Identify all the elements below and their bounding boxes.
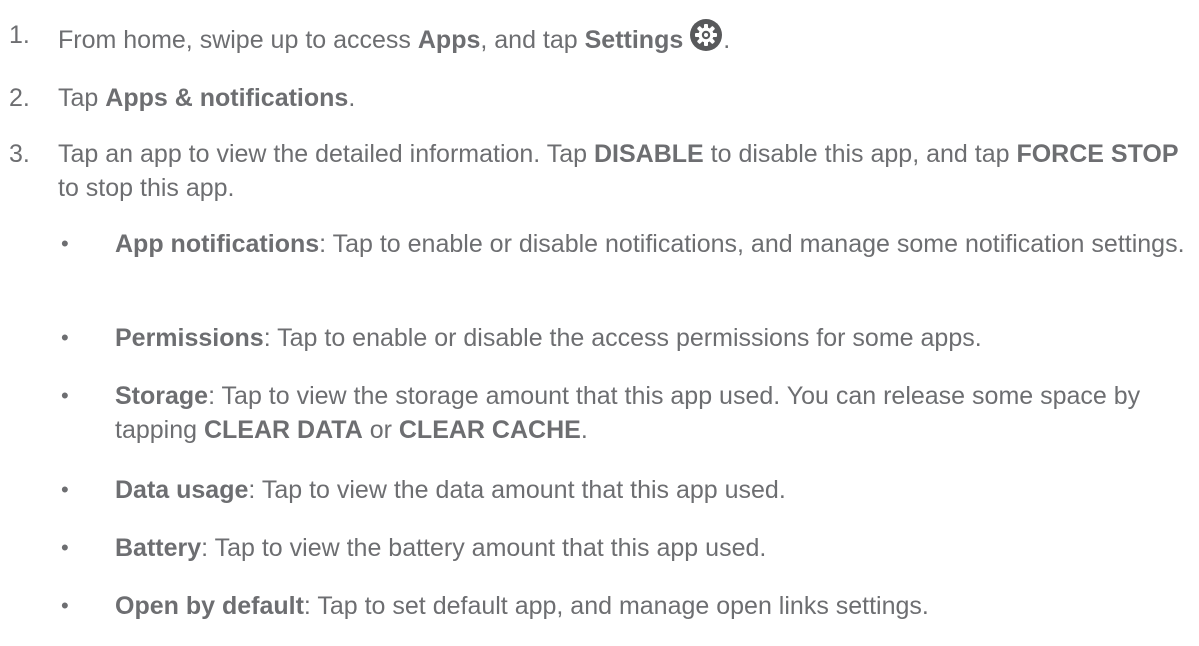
bullet-desc: : Tap to enable or disable notifications… xyxy=(319,230,1185,258)
step-text-part: . xyxy=(348,84,356,112)
disable-label: DISABLE xyxy=(594,140,704,168)
bullet-term: Storage xyxy=(115,382,209,410)
force-stop-label: FORCE STOP xyxy=(1016,140,1179,168)
bullet-desc: : Tap to enable or disable the access pe… xyxy=(263,324,982,352)
step-text-part: . xyxy=(723,26,731,54)
step-number: 1. xyxy=(9,21,30,49)
bullet-term: Battery xyxy=(115,534,202,562)
bullet-term: Open by default xyxy=(115,592,304,620)
gear-icon xyxy=(690,19,723,51)
bullet-dot: • xyxy=(61,231,69,256)
bullet-dot: • xyxy=(61,383,69,408)
step-text-part: to stop this app. xyxy=(58,174,235,202)
bullet-term: Permissions xyxy=(115,324,264,352)
step-number: 2. xyxy=(9,84,30,112)
clear-cache-label: CLEAR CACHE xyxy=(398,416,581,444)
step-text-part: , and tap xyxy=(480,26,585,54)
instruction-document: 1. From home, swipe up to access Apps, a… xyxy=(0,0,1199,646)
step-text-part: Tap xyxy=(58,84,106,112)
bullet-text: Storage: Tap to view the storage amount … xyxy=(115,379,1195,447)
bullet-text: Permissions: Tap to enable or disable th… xyxy=(115,321,1195,355)
bullet-desc: : Tap to set default app, and manage ope… xyxy=(303,592,929,620)
step-text-part: Tap an app to view the detailed informat… xyxy=(58,140,594,168)
apps-notifications-label: Apps & notifications xyxy=(105,84,349,112)
bullet-text: Data usage: Tap to view the data amount … xyxy=(115,473,1195,507)
bullet-dot: • xyxy=(61,593,69,618)
settings-label: Settings xyxy=(584,26,684,54)
clear-data-label: CLEAR DATA xyxy=(203,416,363,444)
bullet-desc: or xyxy=(362,416,399,444)
step-text: Tap an app to view the detailed informat… xyxy=(58,137,1188,205)
bullet-term: App notifications xyxy=(115,230,320,258)
bullet-dot: • xyxy=(61,325,69,350)
step-number: 3. xyxy=(9,140,30,168)
bullet-text: Open by default: Tap to set default app,… xyxy=(115,589,1195,623)
bullet-desc: : Tap to view the battery amount that th… xyxy=(201,534,767,562)
step-text: Tap Apps & notifications. xyxy=(58,81,1188,115)
bullet-dot: • xyxy=(61,477,69,502)
bullet-dot: • xyxy=(61,535,69,560)
step-text-part: From home, swipe up to access xyxy=(58,26,418,54)
bullet-desc: : Tap to view the data amount that this … xyxy=(248,476,786,504)
step-text-part: to disable this app, and tap xyxy=(703,140,1017,168)
bullet-desc: . xyxy=(580,416,588,444)
step-text: From home, swipe up to access Apps, and … xyxy=(58,18,1188,57)
apps-label: Apps xyxy=(417,26,481,54)
bullet-term: Data usage xyxy=(115,476,249,504)
bullet-text: Battery: Tap to view the battery amount … xyxy=(115,531,1195,565)
bullet-text: App notifications: Tap to enable or disa… xyxy=(115,227,1195,261)
